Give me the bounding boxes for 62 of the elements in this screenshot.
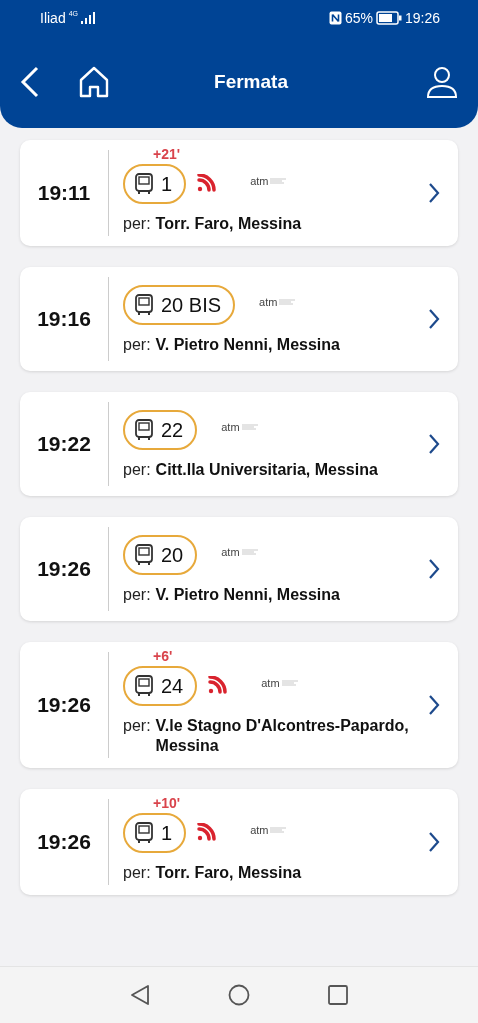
departure-time: 19:26: [36, 829, 92, 855]
destination-label: per:: [123, 585, 151, 605]
bus-icon: [135, 822, 153, 844]
operator-logo: atm: [261, 677, 298, 689]
destination-name: Citt.lla Universitaria, Messina: [155, 460, 378, 480]
destination-label: per:: [123, 863, 151, 883]
destination-name: V.le Stagno D'Alcontres-Papardo, Messina: [155, 716, 410, 756]
destination-name: Torr. Faro, Messina: [155, 214, 302, 234]
operator-logo: atm: [221, 421, 258, 433]
operator-logo: atm: [259, 296, 296, 308]
departure-time: 19:16: [36, 306, 92, 332]
departure-time: 19:26: [36, 692, 92, 718]
bus-icon: [135, 173, 153, 195]
bus-icon: [135, 294, 153, 316]
user-icon[interactable]: [426, 66, 458, 98]
destination-name: V. Pietro Nenni, Messina: [155, 335, 340, 355]
departure-card[interactable]: 19:26 +10' 1 atm per: Torr. Faro, Messina: [20, 789, 458, 895]
line-badge: 24: [123, 666, 198, 706]
line-badge: 1: [123, 164, 187, 204]
page-title: Fermata: [213, 71, 289, 93]
delay-time: +6': [153, 648, 174, 666]
departure-time: 19:22: [36, 431, 92, 457]
nfc-icon: [328, 11, 342, 25]
departure-card[interactable]: 19:11 +21' 1 atm per: Torr. Faro, Messina: [20, 140, 458, 246]
chevron-right-icon[interactable]: [428, 694, 440, 716]
chevron-right-icon[interactable]: [428, 308, 440, 330]
clock-time: 19:26: [404, 10, 440, 26]
destination-label: per:: [123, 460, 151, 480]
destination-label: per:: [123, 716, 151, 736]
line-badge: 20 BIS: [123, 285, 236, 325]
departure-card[interactable]: 19:16 20 BIS atm per: V. Pietro Nenni, Messina: [20, 267, 458, 371]
bus-icon: [135, 419, 153, 441]
destination-label: per:: [123, 214, 151, 234]
destination-name: Torr. Faro, Messina: [155, 863, 302, 883]
line-badge: 1: [123, 813, 187, 853]
battery-icon: [375, 11, 402, 25]
operator-logo: atm: [221, 546, 258, 558]
operator-logo: atm: [250, 175, 287, 187]
battery-percent: 65%: [344, 10, 373, 26]
chevron-right-icon[interactable]: [428, 433, 440, 455]
signal-icon: [81, 12, 96, 24]
recents-icon[interactable]: [328, 985, 348, 1005]
operator-logo: atm: [250, 824, 287, 836]
bus-icon: [135, 544, 153, 566]
chevron-right-icon[interactable]: [428, 558, 440, 580]
line-badge: 22: [123, 410, 198, 450]
destination-name: V. Pietro Nenni, Messina: [155, 585, 340, 605]
departure-card[interactable]: 19:22 22 atm per: Citt.lla Universitaria, Messina: [20, 392, 458, 496]
departure-time: 19:11: [36, 180, 92, 206]
departure-card[interactable]: 19:26 +6' 24 atm per: V.le Stagno D'Alcontres-Papardo, Messina: [20, 642, 458, 768]
destination-label: per:: [123, 335, 151, 355]
bus-icon: [135, 675, 153, 697]
carrier-name: Iliad: [40, 10, 66, 26]
departure-card[interactable]: 19:26 20 atm per: V. Pietro Nenni, Messina: [20, 517, 458, 621]
chevron-right-icon[interactable]: [428, 182, 440, 204]
departure-time: 19:26: [36, 556, 92, 582]
back-icon[interactable]: [130, 984, 150, 1006]
line-badge: 20: [123, 535, 198, 575]
delay-time: +10': [153, 795, 182, 813]
chevron-right-icon[interactable]: [428, 831, 440, 853]
delay-time: +21': [153, 146, 182, 164]
home-icon[interactable]: [228, 984, 250, 1006]
